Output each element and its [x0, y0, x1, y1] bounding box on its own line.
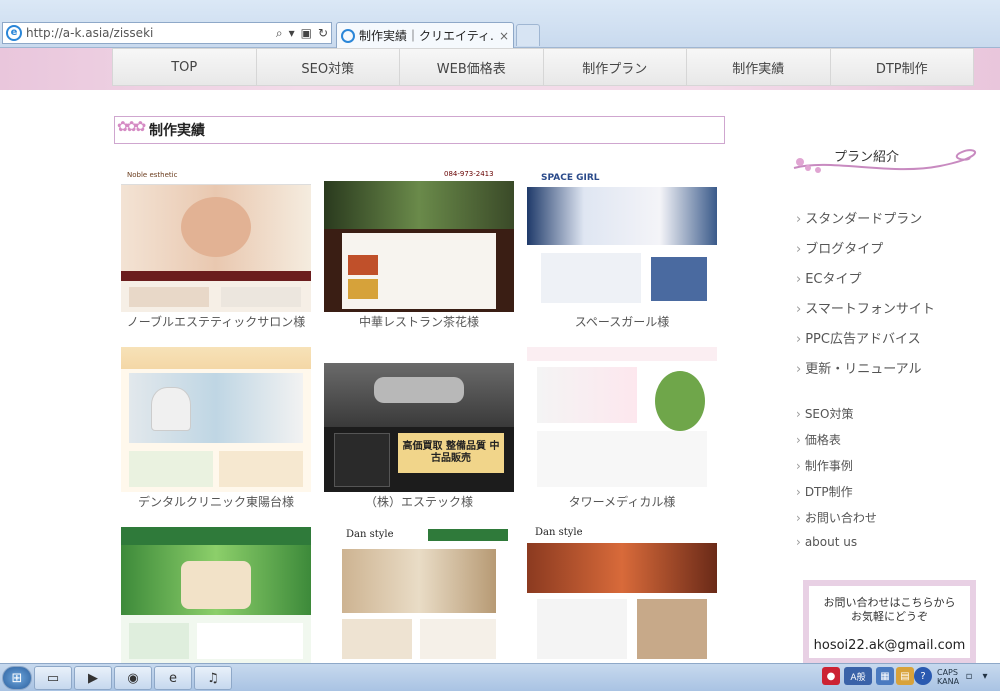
work-card[interactable]: タワーメディカル様	[527, 347, 717, 510]
work-card[interactable]: Noble esthetic ノーブルエステティックサロン様	[121, 167, 311, 330]
compat-view-icon[interactable]: ▣	[298, 26, 315, 40]
ime-indicator[interactable]: A般	[844, 667, 872, 685]
work-card[interactable]: 高価買取 整備品質 中古品販売 （株）エステック様	[324, 347, 514, 510]
browser-chrome: e http://a-k.asia/zisseki ⌕ ▾ ▣ ↻ 制作実績｜ク…	[0, 0, 1000, 48]
tray-tool-icon[interactable]: ▤	[896, 667, 914, 685]
page-title: ✿✿✿ 制作実績	[114, 116, 725, 144]
plan-title: プラン紹介	[834, 150, 900, 165]
refresh-icon[interactable]: ↻	[315, 26, 331, 40]
plan-link-standard[interactable]: スタンダードプラン	[796, 208, 922, 227]
work-thumbnail[interactable]: 高価買取 整備品質 中古品販売	[324, 347, 514, 492]
work-card[interactable]: デンタルクリニック東陽台様	[121, 347, 311, 510]
contact-line1: お問い合わせはこちらから	[823, 596, 956, 609]
work-caption[interactable]: デンタルクリニック東陽台様	[121, 493, 311, 510]
caps-indicator: CAPS	[937, 668, 958, 677]
tab-title: 制作実績｜クリエイティ...	[359, 29, 495, 43]
nav-item-web-price[interactable]: WEB価格表	[400, 49, 544, 85]
page-title-text: 制作実績	[149, 123, 205, 139]
main-nav: TOP SEO対策 WEB価格表 制作プラン 制作実績 DTP制作	[112, 48, 974, 86]
plan-link-smartphone[interactable]: スマートフォンサイト	[796, 298, 935, 317]
contact-email[interactable]: hosoi22.ak@gmail.com	[809, 638, 970, 653]
nav-item-top[interactable]: TOP	[113, 49, 257, 85]
new-tab-button[interactable]	[516, 24, 540, 46]
work-thumbnail[interactable]	[121, 527, 311, 663]
work-thumbnail[interactable]: 084-973-2413	[324, 167, 514, 312]
chrome-icon[interactable]: ◉	[114, 666, 152, 690]
sidebar-link-about[interactable]: about us	[796, 535, 857, 549]
plan-link-ppc[interactable]: PPC広告アドバイス	[796, 328, 920, 347]
work-thumbnail[interactable]	[121, 347, 311, 492]
sidebar-link-price[interactable]: 価格表	[796, 431, 841, 448]
contact-box[interactable]: お問い合わせはこちらから お気軽にどうぞ hosoi22.ak@gmail.co…	[803, 580, 976, 664]
work-thumbnail[interactable]: Dan style	[324, 527, 514, 663]
flower-decoration-icon: ✿✿✿	[117, 119, 146, 135]
thumb-text: SPACE GIRL	[541, 173, 600, 183]
thumb-text: Dan style	[346, 529, 394, 540]
work-thumbnail[interactable]	[527, 347, 717, 492]
nav-item-seo[interactable]: SEO対策	[256, 49, 400, 85]
plan-link-blog[interactable]: ブログタイプ	[796, 238, 883, 257]
thumb-text: Dan style	[535, 527, 583, 538]
contact-line2: お気軽にどうぞ	[851, 610, 928, 623]
plan-heading: プラン紹介	[790, 140, 980, 180]
work-caption[interactable]: 中華レストラン茶花様	[324, 313, 514, 330]
close-tab-icon[interactable]: ×	[495, 29, 509, 43]
work-card[interactable]: SPACE GIRL スペースガール様	[527, 167, 717, 330]
nav-item-plan[interactable]: 制作プラン	[543, 49, 687, 85]
kana-indicator: KANA	[937, 677, 960, 686]
sidebar-link-contact[interactable]: お問い合わせ	[796, 509, 877, 526]
thumb-text: Noble esthetic	[127, 171, 178, 179]
ie-logo-icon: e	[6, 25, 22, 41]
sidebar-link-dtp[interactable]: DTP制作	[796, 483, 853, 500]
work-card[interactable]: Dan style	[324, 527, 514, 664]
ie-taskbar-icon[interactable]: e	[154, 666, 192, 690]
nav-item-dtp[interactable]: DTP制作	[830, 49, 973, 85]
work-caption[interactable]: スペースガール様	[527, 313, 717, 330]
address-bar[interactable]: e http://a-k.asia/zisseki ⌕ ▾ ▣ ↻	[2, 22, 332, 44]
work-card[interactable]: 084-973-2413 中華レストラン茶花様	[324, 167, 514, 330]
work-thumbnail[interactable]: Noble esthetic	[121, 167, 311, 312]
explorer-icon[interactable]: ▭	[34, 666, 72, 690]
address-url[interactable]: http://a-k.asia/zisseki	[26, 26, 273, 40]
thumb-text: 高価買取 整備品質 中古品販売	[398, 433, 504, 473]
tray-app-icon[interactable]: ●	[822, 667, 840, 685]
work-caption[interactable]: （株）エステック様	[324, 493, 514, 510]
work-card[interactable]: Dan style	[527, 527, 717, 664]
thumb-text: 084-973-2413	[444, 170, 494, 178]
plan-link-ec[interactable]: ECタイプ	[796, 268, 861, 287]
help-icon[interactable]: ?	[914, 667, 932, 685]
tray-keyboard-icon[interactable]: ▦	[876, 667, 894, 685]
sidebar-link-examples[interactable]: 制作事例	[796, 457, 853, 474]
plan-link-renewal[interactable]: 更新・リニューアル	[796, 358, 921, 377]
browser-tab[interactable]: 制作実績｜クリエイティ... ×	[336, 22, 514, 48]
work-card[interactable]	[121, 527, 311, 664]
sidebar-link-seo[interactable]: SEO対策	[796, 405, 854, 422]
tray-arrow-icon[interactable]: ▾	[976, 667, 994, 685]
work-thumbnail[interactable]: Dan style	[527, 527, 717, 663]
work-thumbnail[interactable]: SPACE GIRL	[527, 167, 717, 312]
work-caption[interactable]: ノーブルエステティックサロン様	[121, 313, 311, 330]
search-icon[interactable]: ⌕	[273, 26, 286, 41]
work-caption[interactable]: タワーメディカル様	[527, 493, 717, 510]
ie-tab-icon	[341, 28, 355, 43]
taskbar: ⊞ ▭ ▶ ◉ e ♫ ● A般 ▦ ▤ ? CAPS KANA ▫ ▾	[0, 663, 1000, 691]
itunes-icon[interactable]: ♫	[194, 666, 232, 690]
dropdown-icon[interactable]: ▾	[286, 26, 298, 40]
nav-item-works[interactable]: 制作実績	[687, 49, 831, 85]
start-button[interactable]: ⊞	[2, 666, 32, 690]
media-player-icon[interactable]: ▶	[74, 666, 112, 690]
